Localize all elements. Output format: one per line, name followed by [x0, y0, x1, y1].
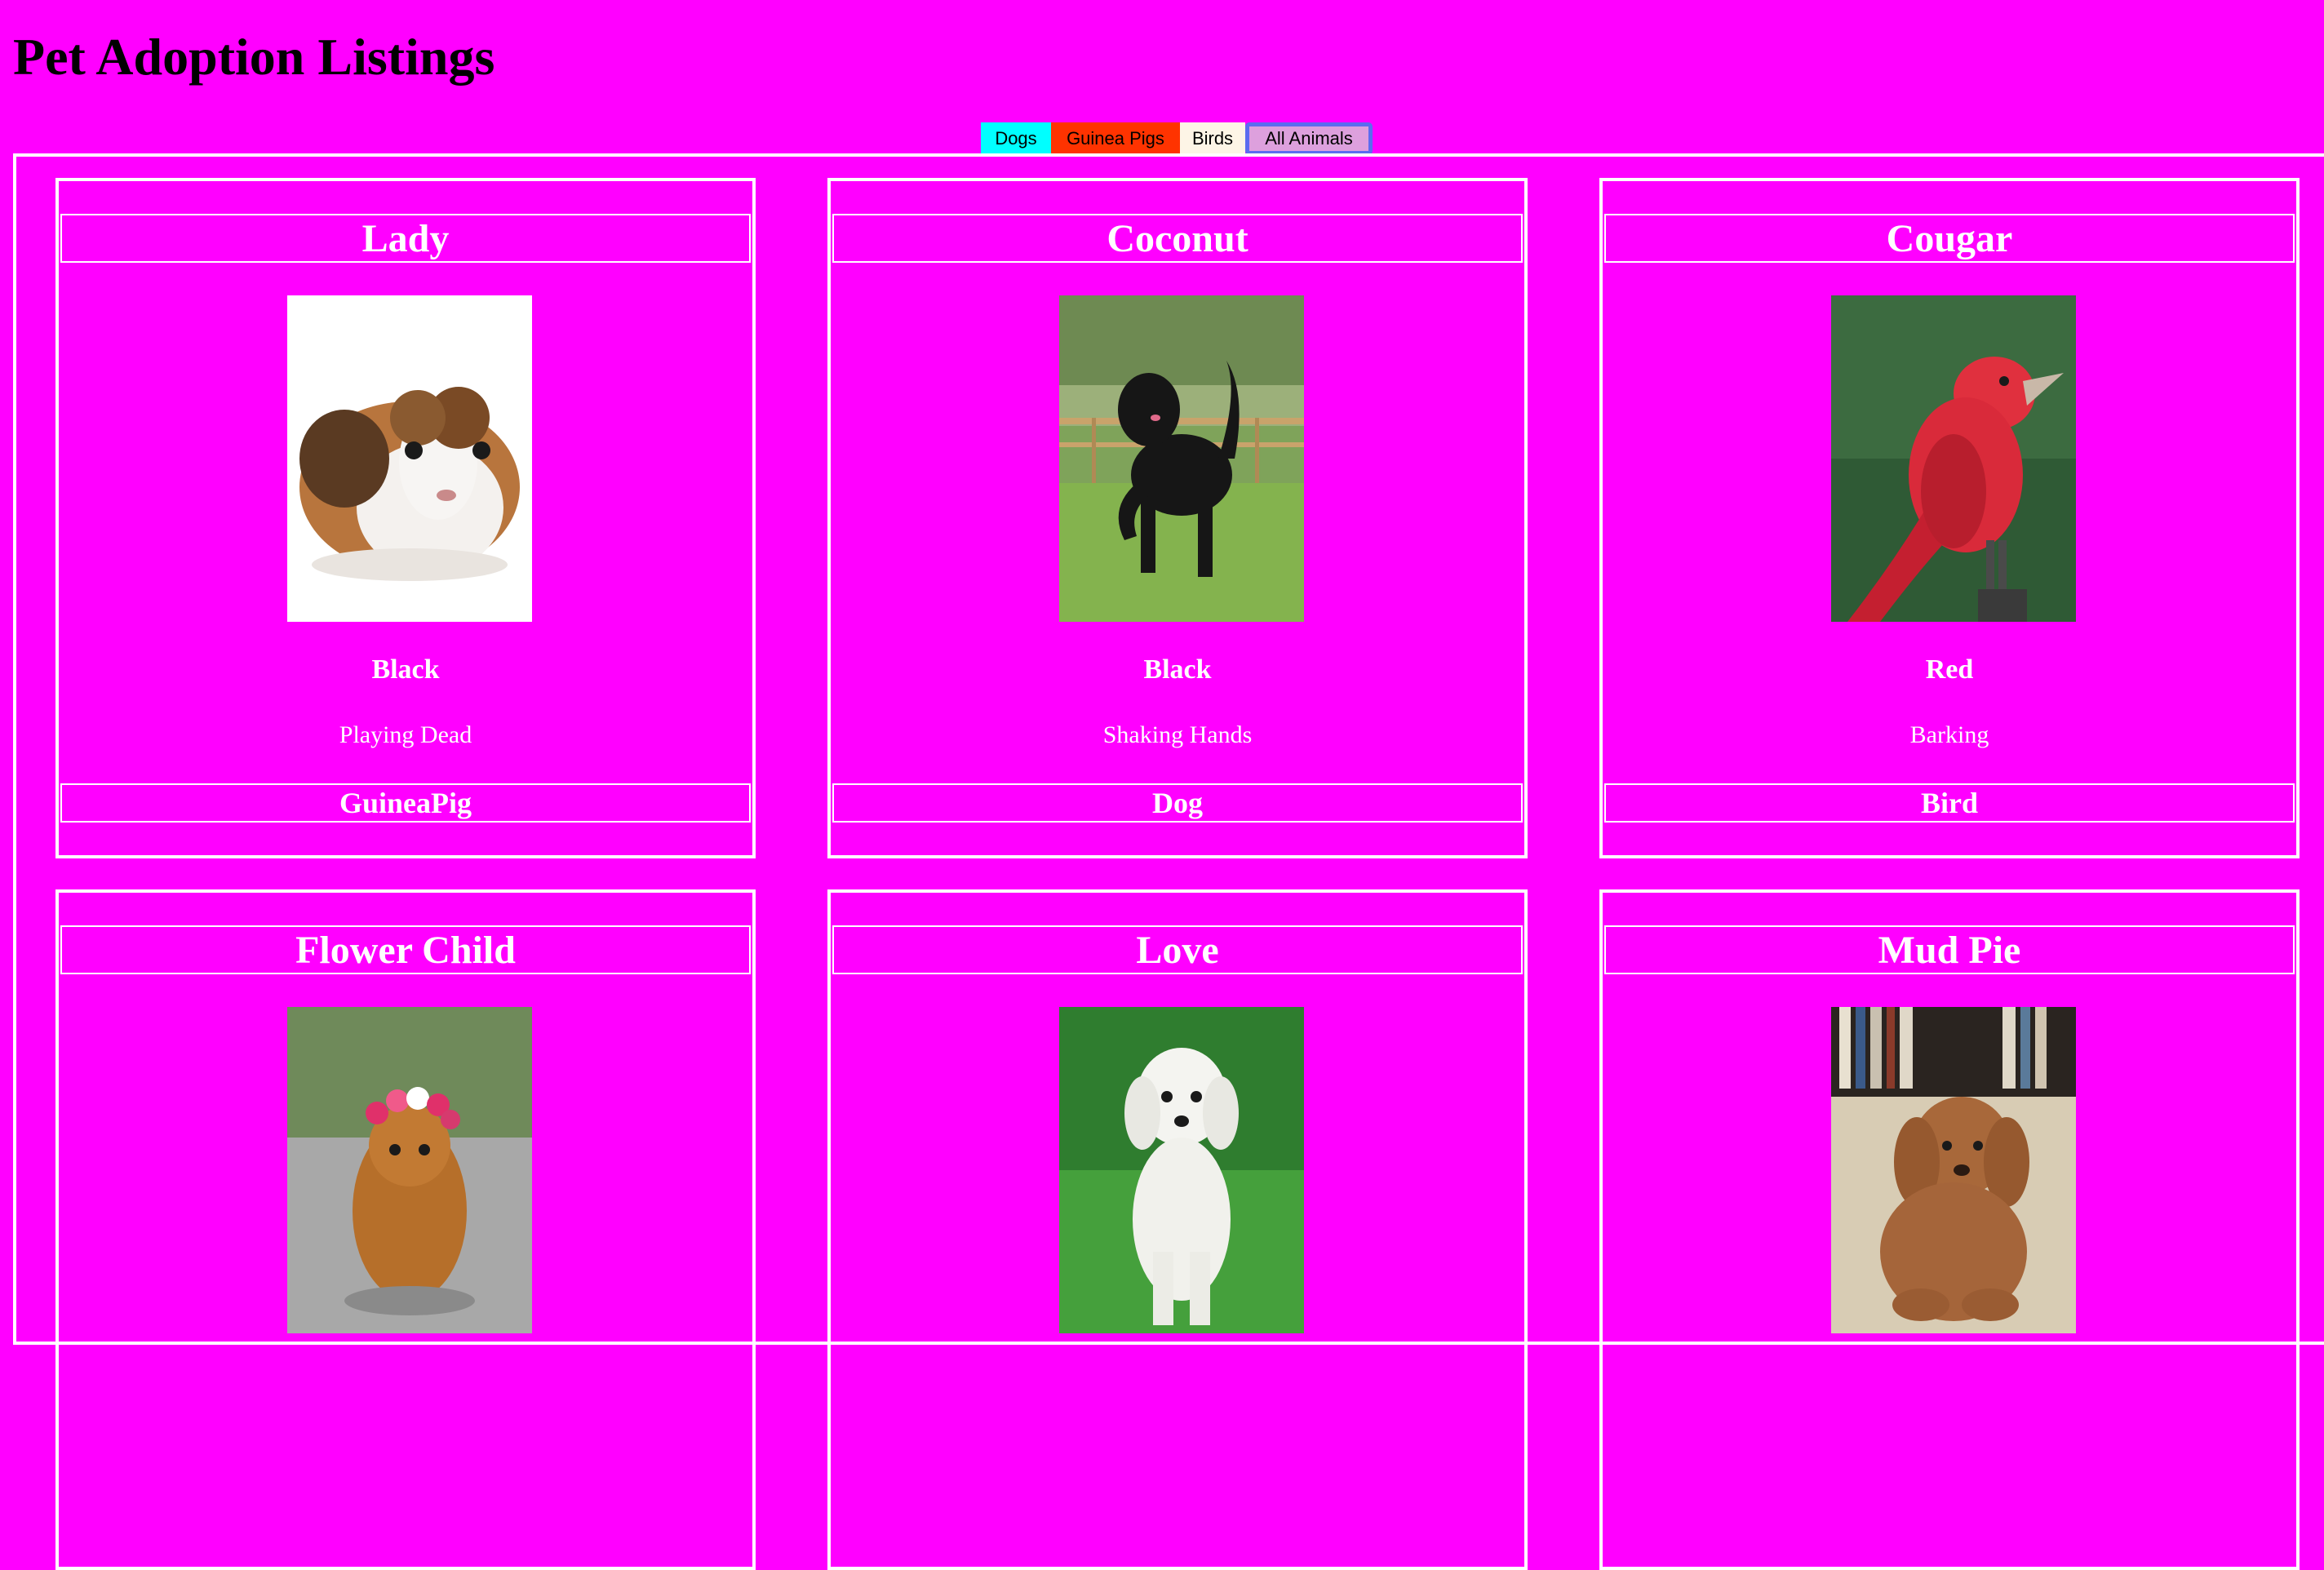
pet-name: Cougar: [1886, 216, 2013, 260]
listings-container: Lady Black Playing Dead GuineaPig Coconu…: [13, 153, 2324, 1570]
pet-species: Bird: [1920, 787, 1978, 819]
pet-name-header: Love: [832, 925, 1523, 974]
pet-name-header: Mud Pie: [1604, 925, 2295, 974]
pet-color: Red: [1925, 654, 1974, 685]
red-bird-photo: [1831, 295, 2076, 622]
pet-name: Mud Pie: [1878, 928, 2021, 972]
pet-trick: Barking: [1909, 721, 1989, 748]
pet-trick: Shaking Hands: [1102, 721, 1253, 748]
pet-species: Dog: [1152, 787, 1203, 819]
guinea-pig-flower-crown-photo: [287, 1007, 532, 1333]
pet-name-header: Flower Child: [60, 925, 751, 974]
pet-trick: Playing Dead: [339, 721, 472, 748]
pet-name-header: Coconut: [832, 214, 1523, 263]
white-dog-photo: [1059, 1007, 1304, 1333]
pet-name: Love: [1136, 928, 1219, 972]
pet-card: Coconut Black Shaking Hands Dog: [827, 178, 1528, 858]
filter-guinea-pigs-button[interactable]: Guinea Pigs: [1051, 122, 1180, 155]
pet-card: Flower Child: [55, 889, 756, 1570]
pet-species-footer: Dog: [832, 783, 1523, 823]
pet-card: Love: [827, 889, 1528, 1570]
brown-puppy-photo: [1831, 1007, 2076, 1333]
pet-card: Cougar Red Barking Bird: [1599, 178, 2300, 858]
pet-name: Coconut: [1107, 216, 1248, 260]
pet-color: Black: [1143, 654, 1212, 685]
guinea-pig-photo: [287, 295, 532, 622]
pet-name-header: Lady: [60, 214, 751, 263]
pet-card: Mud Pie: [1599, 889, 2300, 1570]
filter-bar: Dogs Guinea Pigs Birds All Animals: [981, 122, 1373, 155]
pet-species-footer: GuineaPig: [60, 783, 751, 823]
filter-all-animals-button[interactable]: All Animals: [1245, 122, 1373, 155]
filter-birds-button[interactable]: Birds: [1180, 122, 1245, 155]
pet-name: Flower Child: [295, 928, 516, 972]
page-title: Pet Adoption Listings: [13, 28, 495, 86]
pet-name-header: Cougar: [1604, 214, 2295, 263]
pet-color: Black: [371, 654, 440, 685]
pet-name: Lady: [361, 216, 450, 260]
filter-dogs-button[interactable]: Dogs: [981, 122, 1051, 155]
pet-card: Lady Black Playing Dead GuineaPig: [55, 178, 756, 858]
pet-species-footer: Bird: [1604, 783, 2295, 823]
black-dog-photo: [1059, 295, 1304, 622]
pet-species: GuineaPig: [339, 787, 472, 819]
